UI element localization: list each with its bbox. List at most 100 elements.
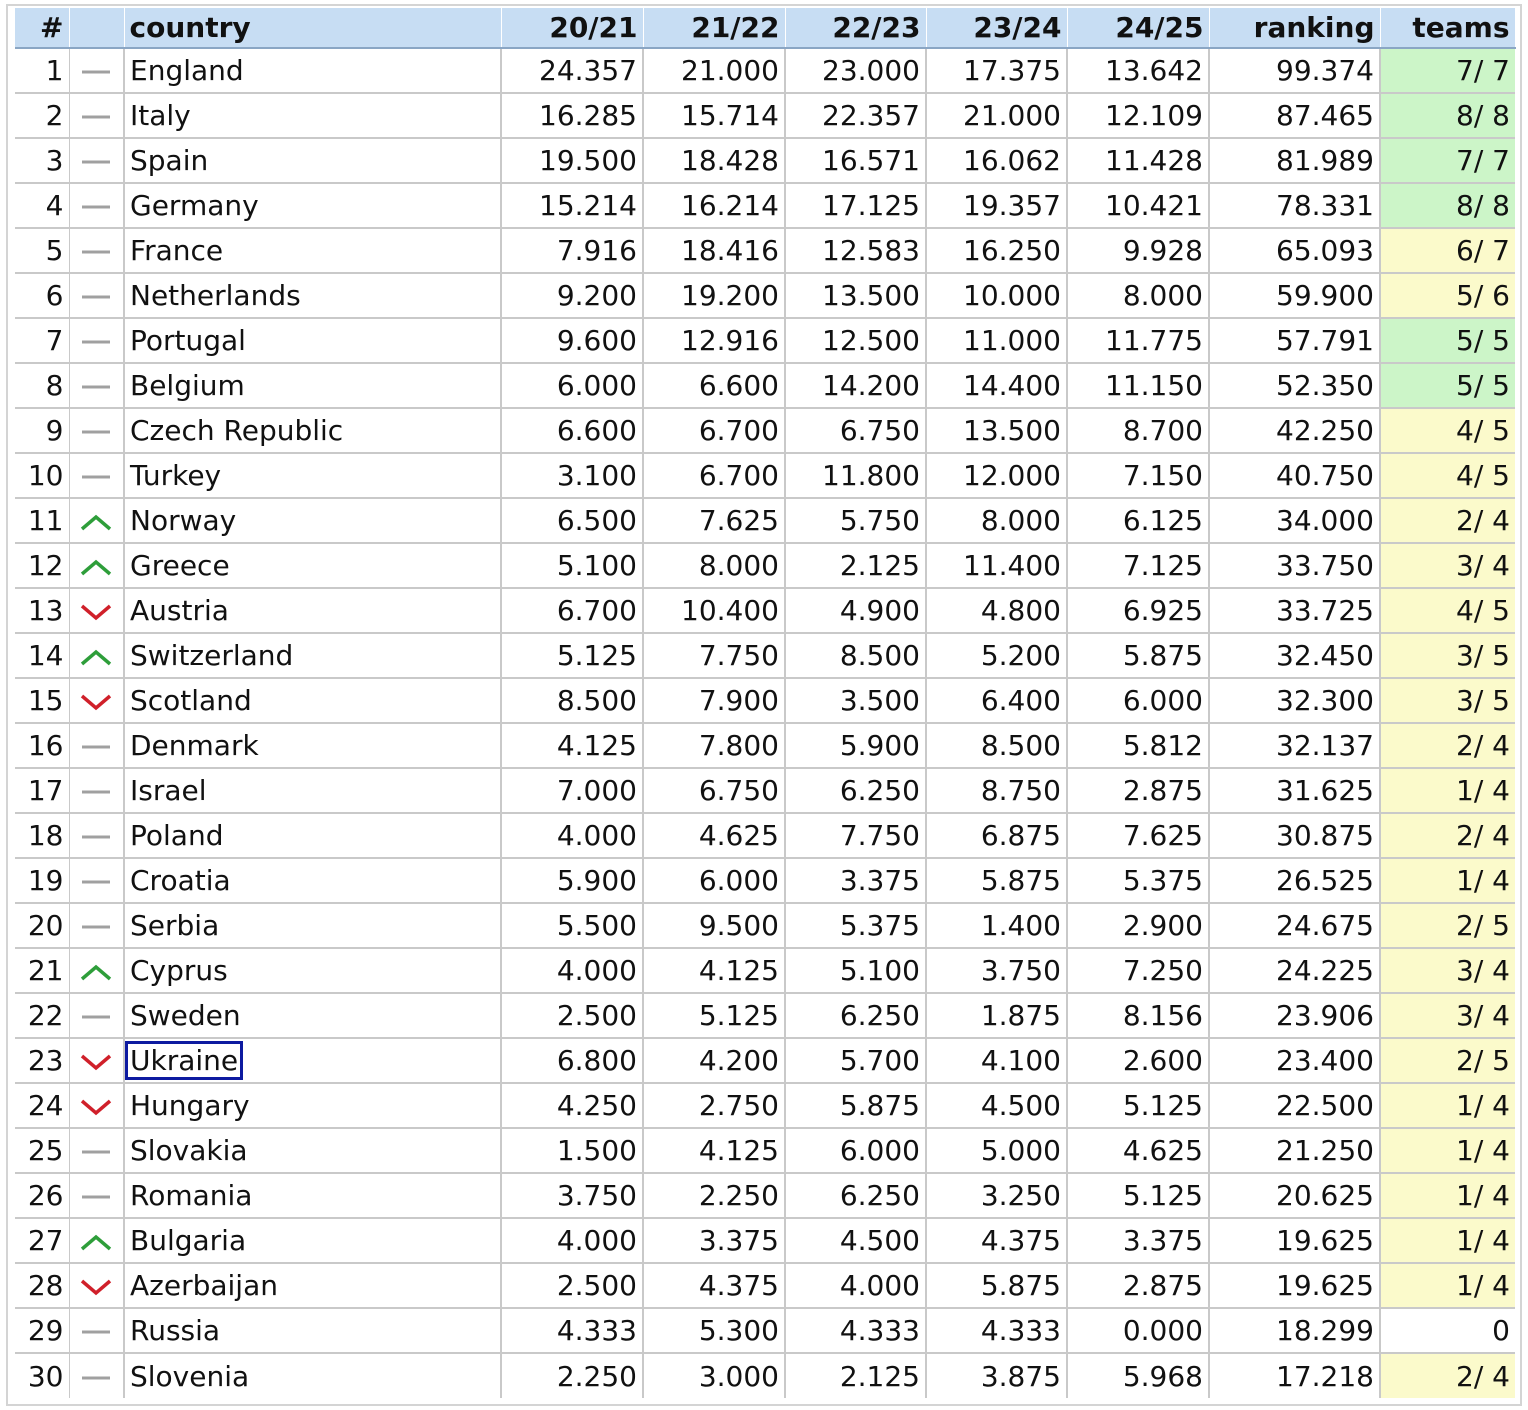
country-cell[interactable]: Greece (123, 543, 501, 589)
header-season-2122[interactable]: 21/22 (643, 8, 786, 49)
table-row[interactable]: 4 Germany 15.214 16.214 17.125 19.357 10.421 78… (15, 183, 1515, 229)
table-row[interactable]: 15 Scotland 8.500 7.900 3.500 6.400 6.000 32.30… (15, 678, 1515, 724)
header-season-2223[interactable]: 22/23 (785, 8, 927, 49)
table-row[interactable]: 23 Ukraine 6.800 4.200 5.700 4.100 2.600 23.400… (15, 1038, 1515, 1084)
country-cell[interactable]: Scotland (123, 678, 501, 724)
country-cell[interactable]: Israel (123, 768, 501, 814)
country-name[interactable]: Portugal (130, 324, 246, 357)
country-cell[interactable]: Norway (123, 498, 501, 544)
table-row[interactable]: 28 Azerbaijan 2.500 4.375 4.000 5.875 2.875 19.… (15, 1263, 1515, 1309)
table-row[interactable]: 9 Czech Republic 6.600 6.700 6.750 13.500 8.70… (15, 408, 1515, 454)
country-cell[interactable]: Spain (123, 138, 501, 184)
table-row[interactable]: 17 Israel 7.000 6.750 6.250 8.750 2.875 31.625 1… (15, 768, 1515, 814)
country-name[interactable]: Serbia (130, 909, 219, 942)
table-row[interactable]: 22 Sweden 2.500 5.125 6.250 1.875 8.156 23.906 3… (15, 993, 1515, 1039)
table-row[interactable]: 29 Russia 4.333 5.300 4.333 4.333 0.000 18.299 0 (15, 1308, 1515, 1354)
country-name[interactable]: Austria (130, 594, 229, 627)
table-row[interactable]: 30 Slovenia 2.250 3.000 2.125 3.875 5.968 17.21… (15, 1353, 1515, 1398)
country-name[interactable]: Czech Republic (130, 414, 343, 447)
country-name[interactable]: Germany (130, 189, 259, 222)
country-cell[interactable]: Italy (123, 93, 501, 139)
table-row[interactable]: 5 France 7.916 18.416 12.583 16.250 9.928 65.09… (15, 228, 1515, 274)
table-row[interactable]: 16 Denmark 4.125 7.800 5.900 8.500 5.812 32.137… (15, 723, 1515, 769)
table-row[interactable]: 20 Serbia 5.500 9.500 5.375 1.400 2.900 24.675 2… (15, 903, 1515, 949)
country-name[interactable]: Denmark (130, 729, 259, 762)
table-row[interactable]: 26 Romania 3.750 2.250 6.250 3.250 5.125 20.625… (15, 1173, 1515, 1219)
table-row[interactable]: 6 Netherlands 9.200 19.200 13.500 10.000 8.000… (15, 273, 1515, 319)
table-row[interactable]: 2 Italy 16.285 15.714 22.357 21.000 12.109 87.4… (15, 93, 1515, 139)
header-season-2324[interactable]: 23/24 (926, 8, 1068, 49)
country-name[interactable]: Poland (130, 819, 223, 852)
table-row[interactable]: 12 Greece 5.100 8.000 2.125 11.400 7.125 33.750… (15, 543, 1515, 589)
country-name[interactable]: Greece (130, 549, 230, 582)
country-cell[interactable]: Austria (123, 588, 501, 634)
country-name[interactable]: Turkey (130, 459, 221, 492)
country-name[interactable]: Sweden (130, 999, 241, 1032)
header-country[interactable]: country (124, 8, 502, 49)
country-name[interactable]: Slovenia (130, 1360, 249, 1393)
country-cell[interactable]: Hungary (123, 1083, 501, 1129)
country-cell[interactable]: Netherlands (123, 273, 501, 319)
country-cell[interactable]: Ukraine (123, 1038, 501, 1084)
country-cell[interactable]: Belgium (123, 363, 501, 409)
country-cell[interactable]: Romania (123, 1173, 501, 1219)
country-cell[interactable]: Denmark (123, 723, 501, 769)
country-name[interactable]: Russia (130, 1314, 220, 1347)
country-cell[interactable]: Russia (123, 1308, 501, 1354)
country-name[interactable]: Belgium (130, 369, 245, 402)
country-name[interactable]: Scotland (130, 684, 252, 717)
country-name[interactable]: England (130, 54, 244, 87)
table-row[interactable]: 7 Portugal 9.600 12.916 12.500 11.000 11.775 57… (15, 318, 1515, 364)
country-cell[interactable]: Switzerland (123, 633, 501, 679)
header-trend[interactable] (69, 8, 125, 49)
table-row[interactable]: 18 Poland 4.000 4.625 7.750 6.875 7.625 30.875 2… (15, 813, 1515, 859)
country-cell[interactable]: Cyprus (123, 948, 501, 994)
country-name[interactable]: Norway (130, 504, 236, 537)
table-row[interactable]: 13 Austria 6.700 10.400 4.900 4.800 6.925 33.72… (15, 588, 1515, 634)
table-row[interactable]: 27 Bulgaria 4.000 3.375 4.500 4.375 3.375 19.62… (15, 1218, 1515, 1264)
table-row[interactable]: 8 Belgium 6.000 6.600 14.200 14.400 11.150 52.3… (15, 363, 1515, 409)
table-row[interactable]: 1 England 24.357 21.000 23.000 17.375 13.642 99… (15, 48, 1515, 94)
country-cell[interactable]: Czech Republic (123, 408, 501, 454)
country-name[interactable]: Croatia (130, 864, 231, 897)
country-name[interactable]: Israel (130, 774, 207, 807)
country-name[interactable]: Netherlands (130, 279, 301, 312)
country-cell[interactable]: Azerbaijan (123, 1263, 501, 1309)
country-cell[interactable]: Poland (123, 813, 501, 859)
table-row[interactable]: 24 Hungary 4.250 2.750 5.875 4.500 5.125 22.500… (15, 1083, 1515, 1129)
country-name[interactable]: Slovakia (130, 1134, 248, 1167)
country-cell[interactable]: Germany (123, 183, 501, 229)
table-row[interactable]: 3 Spain 19.500 18.428 16.571 16.062 11.428 81.9… (15, 138, 1515, 184)
country-name[interactable]: France (130, 234, 223, 267)
country-cell[interactable]: France (123, 228, 501, 274)
country-cell[interactable]: Croatia (123, 858, 501, 904)
country-cell[interactable]: Slovenia (123, 1353, 501, 1398)
table-row[interactable]: 14 Switzerland 5.125 7.750 8.500 5.200 5.875 32… (15, 633, 1515, 679)
country-cell[interactable]: England (123, 48, 501, 94)
country-name[interactable]: Spain (130, 144, 208, 177)
country-name[interactable]: Hungary (130, 1089, 250, 1122)
country-name[interactable]: Switzerland (130, 639, 293, 672)
table-row[interactable]: 11 Norway 6.500 7.625 5.750 8.000 6.125 34.000 2… (15, 498, 1515, 544)
country-cell[interactable]: Bulgaria (123, 1218, 501, 1264)
country-name[interactable]: Romania (130, 1179, 252, 1212)
header-season-2425[interactable]: 24/25 (1067, 8, 1210, 49)
table-row[interactable]: 19 Croatia 5.900 6.000 3.375 5.875 5.375 26.525… (15, 858, 1515, 904)
country-name[interactable]: Cyprus (130, 954, 228, 987)
country-cell[interactable]: Slovakia (123, 1128, 501, 1174)
header-teams[interactable]: teams (1380, 8, 1516, 49)
country-cell[interactable]: Portugal (123, 318, 501, 364)
table-row[interactable]: 10 Turkey 3.100 6.700 11.800 12.000 7.150 40.75… (15, 453, 1515, 499)
country-cell[interactable]: Sweden (123, 993, 501, 1039)
country-name[interactable]: Italy (130, 99, 191, 132)
header-ranking[interactable]: ranking (1209, 8, 1381, 49)
country-name[interactable]: Azerbaijan (130, 1269, 278, 1302)
header-rank[interactable]: # (15, 8, 70, 49)
header-season-2021[interactable]: 20/21 (501, 8, 644, 49)
table-row[interactable]: 25 Slovakia 1.500 4.125 6.000 5.000 4.625 21.25… (15, 1128, 1515, 1174)
country-cell[interactable]: Serbia (123, 903, 501, 949)
country-cell[interactable]: Turkey (123, 453, 501, 499)
selected-country-name[interactable]: Ukraine (126, 1041, 244, 1080)
country-name[interactable]: Bulgaria (130, 1224, 246, 1257)
table-row[interactable]: 21 Cyprus 4.000 4.125 5.100 3.750 7.250 24.225 3… (15, 948, 1515, 994)
